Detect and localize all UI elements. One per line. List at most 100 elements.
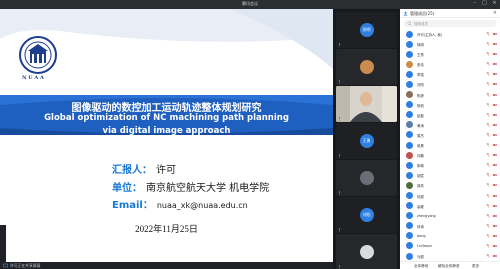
member-row[interactable]: zhengyang <box>400 211 500 221</box>
camera-off-icon[interactable] <box>493 103 497 107</box>
mic-muted-icon[interactable] <box>486 173 490 178</box>
member-status-icons <box>486 112 497 117</box>
member-row[interactable]: 马超 <box>400 251 500 261</box>
camera-off-icon[interactable] <box>493 254 497 258</box>
member-row[interactable]: 周杰 <box>400 130 500 140</box>
mic-muted-icon[interactable] <box>486 233 490 238</box>
video-tile-strip[interactable]: 徐明 王勇 刘阳 <box>333 9 400 269</box>
mic-muted-icon[interactable] <box>486 143 490 148</box>
member-row[interactable]: 刘阳 <box>400 79 500 89</box>
video-tile[interactable]: 王勇 <box>336 123 397 159</box>
unmute-all-button[interactable]: 解除全体静音 <box>438 264 460 269</box>
mic-muted-icon[interactable] <box>486 254 490 259</box>
camera-off-icon[interactable] <box>493 143 497 147</box>
mic-muted-icon[interactable] <box>486 163 490 168</box>
member-row[interactable]: 杨帆 <box>400 100 500 110</box>
camera-off-icon[interactable] <box>493 153 497 157</box>
member-row[interactable]: 陈静 <box>400 90 500 100</box>
member-row[interactable]: 吴昊 <box>400 140 500 150</box>
camera-off-icon[interactable] <box>493 123 497 127</box>
member-row[interactable]: 李强 <box>400 69 500 79</box>
video-tile[interactable]: 徐明 <box>336 12 397 48</box>
camera-off-icon[interactable] <box>493 214 497 218</box>
mic-muted-icon[interactable] <box>486 243 490 248</box>
mute-all-button[interactable]: 全体静音 <box>414 264 428 269</box>
camera-off-icon[interactable] <box>493 204 497 208</box>
member-row[interactable]: 林涛 <box>400 221 500 231</box>
mic-muted-icon[interactable] <box>486 82 490 87</box>
camera-off-icon[interactable] <box>493 224 497 228</box>
mic-muted-icon[interactable] <box>486 122 490 127</box>
mic-muted-icon[interactable] <box>486 112 490 117</box>
member-row[interactable]: 张伟 <box>400 59 500 69</box>
camera-off-icon[interactable] <box>493 93 497 97</box>
mic-muted-icon[interactable] <box>486 92 490 97</box>
camera-off-icon[interactable] <box>493 52 497 56</box>
mic-muted-icon[interactable] <box>486 102 490 107</box>
member-row[interactable]: 王勇 <box>400 49 500 59</box>
camera-off-icon[interactable] <box>493 183 497 187</box>
video-tile[interactable] <box>336 160 397 196</box>
camera-off-icon[interactable] <box>493 72 497 76</box>
mic-muted-icon[interactable] <box>486 62 490 67</box>
mic-muted-icon[interactable] <box>486 193 490 198</box>
video-tile[interactable] <box>336 234 397 269</box>
member-name: 孙鹏 <box>417 154 424 159</box>
camera-off-icon[interactable] <box>493 62 497 66</box>
panel-close-icon[interactable]: × <box>493 10 497 16</box>
member-status-icons <box>486 233 497 238</box>
member-name: 林涛 <box>417 224 424 229</box>
minimize-icon[interactable]: – <box>472 1 477 6</box>
member-name: 杨帆 <box>417 103 424 108</box>
member-avatar <box>406 60 413 68</box>
member-avatar <box>406 111 413 119</box>
member-list: 许可(主持人, 我) 徐明 王勇 张伟 李强 刘阳 陈静杨帆赵磊 黄涛 周杰 吴昊孙鹏 朱琳 胡斌 郭亮… <box>400 29 500 261</box>
camera-off-icon[interactable] <box>493 244 497 248</box>
member-row[interactable]: 胡斌 <box>400 170 500 180</box>
mic-muted-icon[interactable] <box>486 223 490 228</box>
member-search-input[interactable]: 搜索成员 <box>404 20 496 27</box>
member-row[interactable]: 何超 <box>400 191 500 201</box>
member-row[interactable]: LiuYaqun <box>400 241 500 251</box>
camera-off-icon[interactable] <box>493 32 497 36</box>
member-row[interactable]: 孙鹏 <box>400 150 500 160</box>
mic-muted-icon[interactable] <box>486 153 490 158</box>
member-row[interactable]: dong <box>400 231 500 241</box>
maximize-icon[interactable]: □ <box>482 1 487 6</box>
participant-photo <box>359 245 374 259</box>
member-row[interactable]: 许可(主持人, 我) <box>400 29 500 39</box>
mic-muted-icon[interactable] <box>486 32 490 36</box>
mic-muted-icon[interactable] <box>486 72 490 77</box>
member-status-icons <box>486 143 497 148</box>
camera-off-icon[interactable] <box>493 42 497 46</box>
mic-muted-icon[interactable] <box>486 52 490 57</box>
mic-muted-icon[interactable] <box>486 132 490 137</box>
screen-share-text: 许可正在共享屏幕 <box>10 263 41 268</box>
member-avatar <box>406 151 413 159</box>
mic-muted-icon[interactable] <box>486 213 490 218</box>
member-row[interactable]: 朱琳 <box>400 160 500 170</box>
camera-off-icon[interactable] <box>493 194 497 198</box>
mic-muted-icon[interactable] <box>486 203 490 208</box>
participant-avatar: 徐明 <box>359 23 374 37</box>
member-row[interactable]: 徐明 <box>400 39 500 49</box>
member-row[interactable]: 高峰 <box>400 201 500 211</box>
close-icon[interactable]: × <box>492 1 497 6</box>
reporter-label: 汇报人： <box>112 165 152 176</box>
video-tile[interactable] <box>336 49 397 85</box>
camera-off-icon[interactable] <box>493 133 497 137</box>
member-row[interactable]: 黄涛 <box>400 120 500 130</box>
video-tile[interactable] <box>336 86 397 122</box>
member-row[interactable]: 郭亮 <box>400 180 500 190</box>
member-status-icons <box>486 82 497 87</box>
camera-off-icon[interactable] <box>493 113 497 117</box>
camera-off-icon[interactable] <box>493 82 497 86</box>
mic-muted-icon[interactable] <box>486 183 490 188</box>
more-button[interactable]: 更多 <box>472 264 479 269</box>
camera-off-icon[interactable] <box>493 173 497 177</box>
video-tile[interactable]: 刘阳 <box>336 197 397 233</box>
mic-muted-icon[interactable] <box>486 42 490 47</box>
camera-off-icon[interactable] <box>493 163 497 167</box>
member-row[interactable]: 赵磊 <box>400 110 500 120</box>
camera-off-icon[interactable] <box>493 234 497 238</box>
